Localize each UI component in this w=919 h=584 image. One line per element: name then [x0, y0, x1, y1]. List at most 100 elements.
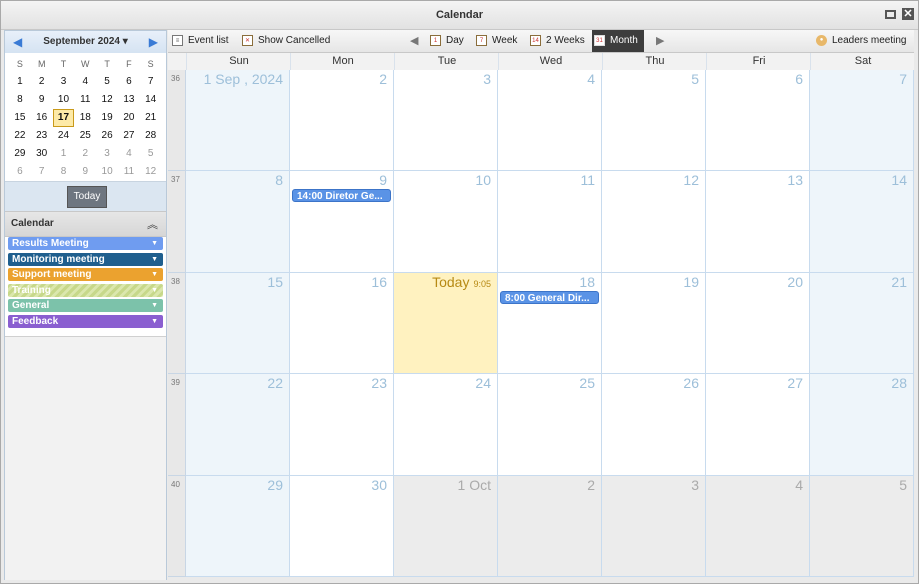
calendar-event[interactable]: 8:00 General Dir...	[500, 290, 599, 304]
mini-month-label[interactable]: September 2024 ▾	[5, 36, 166, 47]
day-cell[interactable]: 5	[602, 70, 706, 172]
mini-day[interactable]: 3	[96, 145, 118, 163]
calendar-item[interactable]: Results Meeting ▼	[8, 237, 163, 250]
dropdown-icon[interactable]: ▼	[151, 253, 158, 266]
dropdown-icon[interactable]: ▼	[151, 299, 158, 312]
day-cell[interactable]: 18 8:00 General Dir...	[498, 272, 602, 375]
mini-day[interactable]: 8	[53, 163, 75, 181]
two-weeks-view-button[interactable]: 14 2 Weeks	[528, 30, 585, 52]
mini-day[interactable]: 18	[74, 109, 96, 127]
mini-day[interactable]: 4	[118, 145, 140, 163]
day-cell[interactable]: 24	[394, 374, 498, 476]
calendar-item[interactable]: Feedback ▼	[8, 314, 163, 328]
mini-day[interactable]: 25	[74, 127, 96, 145]
dropdown-icon[interactable]: ▼	[151, 237, 158, 250]
mini-day[interactable]: 21	[140, 109, 162, 127]
mini-day[interactable]: 24	[53, 127, 75, 145]
mini-day[interactable]: 19	[96, 109, 118, 127]
dropdown-icon[interactable]: ▼	[151, 268, 158, 281]
week-number[interactable]: 39	[168, 374, 186, 476]
day-cell[interactable]: 29	[186, 475, 290, 577]
prev-period-icon[interactable]: ◀	[410, 34, 418, 47]
day-cell[interactable]: 4	[498, 70, 602, 172]
mini-day[interactable]: 28	[140, 127, 162, 145]
day-cell[interactable]: 11	[498, 171, 602, 273]
mini-day[interactable]: 1	[53, 145, 75, 163]
mini-day[interactable]: 20	[118, 109, 140, 127]
mini-day[interactable]: 6	[118, 73, 140, 91]
mini-day[interactable]: 13	[118, 91, 140, 109]
day-cell[interactable]: 22	[186, 374, 290, 476]
mini-day[interactable]: 2	[74, 145, 96, 163]
day-cell[interactable]: 28	[810, 374, 914, 476]
day-view-button[interactable]: 1 Day	[428, 30, 464, 52]
day-cell[interactable]: 20	[706, 272, 810, 375]
mini-day-today[interactable]: 17	[52, 109, 75, 127]
day-cell[interactable]: 15	[186, 272, 290, 375]
day-cell[interactable]: 10	[394, 171, 498, 273]
mini-day[interactable]: 27	[118, 127, 140, 145]
day-cell[interactable]: 3	[602, 475, 706, 577]
mini-day[interactable]: 16	[31, 109, 53, 127]
mini-day[interactable]: 9	[74, 163, 96, 181]
day-cell[interactable]: 1 Sep , 2024	[186, 70, 290, 172]
day-cell[interactable]: 14	[810, 171, 914, 273]
day-cell[interactable]: 7	[810, 70, 914, 172]
day-cell[interactable]: 23	[290, 374, 394, 476]
day-cell[interactable]: 12	[602, 171, 706, 273]
day-cell[interactable]: 9 14:00 Diretor Ge...	[290, 171, 394, 273]
week-number[interactable]: 37	[168, 171, 186, 273]
day-cell[interactable]: 30	[290, 475, 394, 577]
restore-icon[interactable]	[885, 10, 896, 19]
mini-day[interactable]: 12	[96, 91, 118, 109]
mini-day[interactable]: 14	[140, 91, 162, 109]
next-period-icon[interactable]: ▶	[656, 34, 664, 47]
mini-day[interactable]: 12	[140, 163, 162, 181]
day-cell[interactable]: 6	[706, 70, 810, 172]
mini-day[interactable]: 22	[9, 127, 31, 145]
calendar-item[interactable]: General ▼	[8, 299, 163, 312]
day-cell[interactable]: 25	[498, 374, 602, 476]
mini-day[interactable]: 11	[74, 91, 96, 109]
day-cell[interactable]: 13	[706, 171, 810, 273]
calendar-item[interactable]: Training ▼	[8, 283, 163, 297]
today-button[interactable]: Today	[67, 186, 107, 208]
mini-day[interactable]: 26	[96, 127, 118, 145]
calendar-section-header[interactable]: Calendar ︽	[5, 211, 166, 237]
show-cancelled-button[interactable]: ✕ Show Cancelled	[240, 30, 330, 52]
event-list-button[interactable]: ≡ Event list	[170, 30, 229, 52]
calendar-item[interactable]: Support meeting ▼	[8, 268, 163, 281]
week-view-button[interactable]: 7 Week	[474, 30, 517, 52]
day-cell[interactable]: 26	[602, 374, 706, 476]
mini-day[interactable]: 10	[96, 163, 118, 181]
day-cell[interactable]: 3	[394, 70, 498, 172]
day-cell[interactable]: 4	[706, 475, 810, 577]
mini-day[interactable]: 29	[9, 145, 31, 163]
week-number[interactable]: 38	[168, 272, 186, 375]
mini-day[interactable]: 5	[96, 73, 118, 91]
mini-day[interactable]: 10	[53, 91, 75, 109]
day-cell[interactable]: 2	[290, 70, 394, 172]
day-cell[interactable]: 16	[290, 272, 394, 375]
collapse-icon[interactable]: ︽	[147, 216, 158, 232]
mini-day[interactable]: 1	[9, 73, 31, 91]
week-number[interactable]: 40	[168, 475, 186, 577]
month-view-button[interactable]: 31 Month	[592, 30, 644, 52]
mini-day[interactable]: 15	[9, 109, 31, 127]
day-cell[interactable]: 2	[498, 475, 602, 577]
mini-day[interactable]: 8	[9, 91, 31, 109]
dropdown-icon[interactable]: ▼	[151, 315, 158, 328]
mini-day[interactable]: 6	[9, 163, 31, 181]
mini-day[interactable]: 4	[74, 73, 96, 91]
mini-day[interactable]: 3	[53, 73, 75, 91]
day-cell[interactable]: 21	[810, 272, 914, 375]
mini-day[interactable]: 7	[31, 163, 53, 181]
next-month-icon[interactable]: ▶	[149, 35, 158, 49]
dropdown-icon[interactable]: ▼	[151, 284, 158, 297]
mini-day[interactable]: 30	[31, 145, 53, 163]
day-cell[interactable]: 5	[810, 475, 914, 577]
day-cell[interactable]: 8	[186, 171, 290, 273]
day-cell-today[interactable]: Today 9:05	[394, 272, 498, 375]
day-cell[interactable]: 19	[602, 272, 706, 375]
mini-day[interactable]: 11	[118, 163, 140, 181]
